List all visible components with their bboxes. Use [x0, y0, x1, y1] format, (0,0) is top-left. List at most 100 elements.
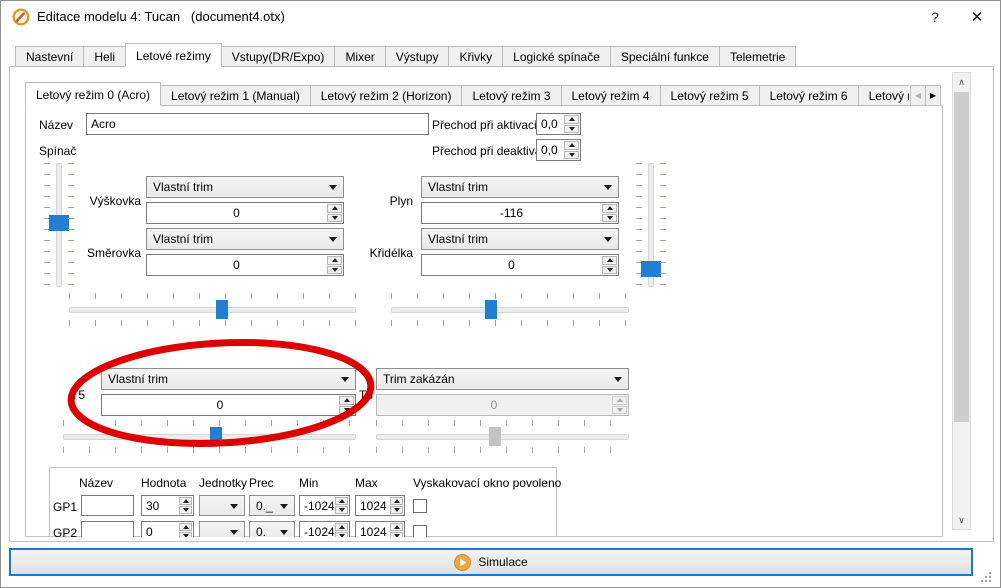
spin-down-button[interactable] — [335, 506, 348, 514]
spin-up-button[interactable] — [179, 523, 192, 531]
tab-scroll-left-button[interactable]: ◀ — [910, 85, 926, 106]
tab-vystupy[interactable]: Výstupy — [385, 46, 450, 67]
slider-track — [69, 307, 356, 313]
tab-heli[interactable]: Heli — [83, 46, 126, 67]
scroll-down-icon[interactable]: ∨ — [953, 512, 970, 528]
spin-down-icon — [344, 408, 350, 412]
spin-up-button[interactable] — [390, 497, 403, 505]
gvar-prec-dropdown[interactable]: 0._ — [249, 521, 295, 537]
tab-letove-rezimy[interactable]: Letové režimy — [125, 43, 222, 67]
tab-specialni-funkce[interactable]: Speciální funkce — [610, 46, 720, 67]
help-button[interactable]: ? — [918, 1, 952, 33]
gvar-name-input[interactable] — [81, 495, 134, 516]
spin-up-button[interactable] — [335, 497, 348, 505]
tab-scroll-right-button[interactable]: ▶ — [925, 85, 941, 106]
resize-grip[interactable] — [989, 572, 991, 574]
tab-telemetrie[interactable]: Telemetrie — [719, 46, 796, 67]
tab-mixer[interactable]: Mixer — [334, 46, 385, 67]
fm-tab-0[interactable]: Letový režim 0 (Acro) — [25, 82, 161, 106]
t6-trim-mode-dropdown[interactable]: Trim zakázán — [376, 368, 629, 390]
spin-up-icon — [339, 525, 345, 529]
aileron-trim-spinbox[interactable]: 0 — [421, 254, 619, 276]
spin-up-button[interactable] — [564, 141, 579, 150]
gvar-max-spinbox[interactable]: 1024 — [355, 521, 405, 537]
gvar-value-spinbox[interactable]: 0 — [141, 521, 194, 537]
name-input[interactable] — [86, 113, 429, 135]
fade-in-spinbox[interactable]: 0,0 — [536, 113, 581, 135]
spin-down-button[interactable] — [339, 406, 354, 415]
spin-up-button[interactable] — [602, 204, 617, 213]
spin-down-button[interactable] — [564, 125, 579, 134]
spin-down-button[interactable] — [390, 506, 403, 514]
spin-up-button[interactable] — [179, 497, 192, 505]
tab-vstupy[interactable]: Vstupy(DR/Expo) — [221, 46, 336, 67]
dialog-window: Editace modelu 4: Tucan (document4.otx) … — [0, 0, 1001, 588]
gvar-max-spinbox[interactable]: 1024 — [355, 495, 405, 516]
spin-down-button[interactable] — [327, 266, 342, 275]
spin-down-button[interactable] — [327, 214, 342, 223]
simulate-button[interactable]: Simulace — [9, 548, 973, 576]
slider-handle[interactable] — [49, 215, 69, 231]
spin-down-button[interactable] — [179, 506, 192, 514]
fm-tab-6[interactable]: Letový režim 6 — [759, 85, 859, 106]
t5-trim-spinbox[interactable]: 0 — [101, 394, 356, 416]
gvar-value-spinbox[interactable]: 30 — [141, 495, 194, 516]
close-button[interactable]: ✕ — [959, 1, 995, 33]
t5-hslider[interactable] — [63, 420, 356, 453]
scroll-up-icon[interactable]: ∧ — [953, 74, 970, 90]
rudder-trim-spinbox[interactable]: 0 — [146, 254, 344, 276]
tab-krivky[interactable]: Křivky — [448, 46, 503, 67]
spin-down-button[interactable] — [390, 532, 403, 537]
slider-ticks — [660, 163, 666, 287]
gvar-name-input[interactable] — [81, 521, 134, 537]
fm-tab-1[interactable]: Letový režim 1 (Manual) — [160, 85, 311, 106]
aileron-trim-mode-dropdown[interactable]: Vlastní trim — [421, 228, 619, 250]
spin-down-button[interactable] — [564, 151, 579, 160]
scrollbar-thumb[interactable] — [954, 92, 969, 422]
slider-handle[interactable] — [216, 300, 228, 319]
fade-out-spinbox[interactable]: 0,0 — [536, 139, 581, 161]
spin-down-button[interactable] — [602, 214, 617, 223]
spin-up-button[interactable] — [390, 523, 403, 531]
fm-tab-2[interactable]: Letový režim 2 (Horizon) — [310, 85, 463, 106]
spin-up-button[interactable] — [327, 204, 342, 213]
gvar-min-spinbox[interactable]: -1024 — [299, 495, 350, 516]
fm-tab-4[interactable]: Letový režim 4 — [561, 85, 661, 106]
slider-handle[interactable] — [485, 300, 497, 319]
elevator-hslider[interactable] — [69, 293, 356, 326]
gvar-prec-dropdown[interactable]: 0._ — [249, 495, 295, 516]
slider-handle[interactable] — [210, 427, 222, 446]
vertical-scrollbar[interactable]: ∧ ∨ — [952, 72, 971, 530]
elevator-trim-mode-dropdown[interactable]: Vlastní trim — [146, 176, 344, 198]
spin-up-button[interactable] — [327, 256, 342, 265]
spin-up-button[interactable] — [335, 523, 348, 531]
gvar-popup-checkbox[interactable] — [413, 499, 427, 513]
gvar-min-spinbox[interactable]: -1024 — [299, 521, 350, 537]
dropdown-arrow-icon — [230, 504, 238, 509]
t5-trim-mode-dropdown[interactable]: Vlastní trim — [101, 368, 356, 390]
gvar-unit-dropdown[interactable] — [199, 521, 245, 537]
tab-nastevni[interactable]: Nastevní — [15, 46, 84, 67]
switch-label: Spínač — [39, 143, 76, 159]
left-trim-slider[interactable] — [44, 163, 74, 287]
fm-tab-5[interactable]: Letový režim 5 — [660, 85, 760, 106]
throttle-trim-spinbox[interactable]: -116 — [421, 202, 619, 224]
fm-tab-3[interactable]: Letový režim 3 — [461, 85, 561, 106]
gvar-unit-dropdown[interactable] — [199, 495, 245, 516]
right-trim-slider[interactable] — [636, 163, 666, 287]
spin-up-button — [612, 396, 627, 405]
aileron-hslider[interactable] — [391, 293, 629, 326]
gvar-popup-checkbox[interactable] — [413, 525, 427, 537]
tab-logicke-spinace[interactable]: Logické spínače — [502, 46, 611, 67]
spin-up-button[interactable] — [564, 115, 579, 124]
spin-down-button[interactable] — [335, 532, 348, 537]
slider-handle[interactable] — [641, 261, 661, 277]
elevator-trim-spinbox[interactable]: 0 — [146, 202, 344, 224]
fm-tab-7[interactable]: Letový režim 7 — [858, 85, 909, 106]
throttle-trim-mode-dropdown[interactable]: Vlastní trim — [421, 176, 619, 198]
spin-down-button[interactable] — [602, 266, 617, 275]
spin-down-button[interactable] — [179, 532, 192, 537]
spin-up-button[interactable] — [602, 256, 617, 265]
spin-up-button[interactable] — [339, 396, 354, 405]
rudder-trim-mode-dropdown[interactable]: Vlastní trim — [146, 228, 344, 250]
